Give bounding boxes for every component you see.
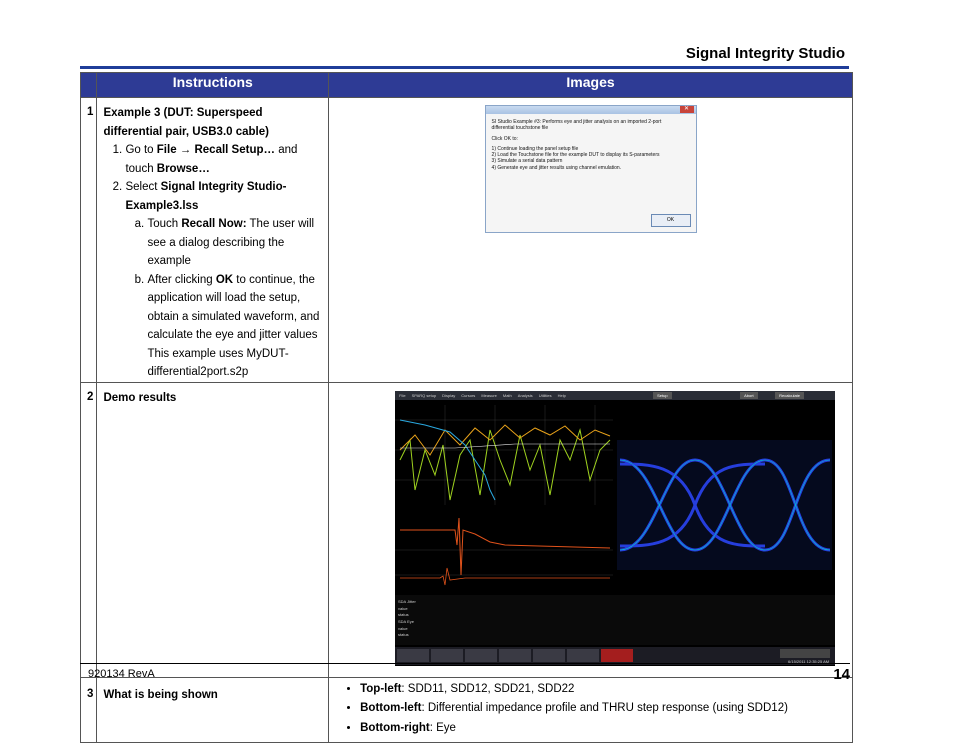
recalculate-button[interactable]: Recalculate <box>775 391 805 399</box>
menu-display[interactable]: Display <box>442 393 455 398</box>
menu-analysis[interactable]: Analysis <box>518 393 533 398</box>
menu-help[interactable]: Help <box>558 393 566 398</box>
row-number: 1 <box>79 97 98 383</box>
list-item: Select Signal Integrity Studio-Example3.… <box>125 178 322 382</box>
images-column-header: Images <box>328 72 853 98</box>
svg-text:status: status <box>398 612 409 617</box>
close-icon[interactable]: ✕ <box>679 106 694 113</box>
menu-utilities[interactable]: Utilities <box>539 393 552 398</box>
svg-text:SDA Jitter: SDA Jitter <box>398 599 416 604</box>
description-cell: Top-left: SDD11, SDD12, SDD21, SDD22 Bot… <box>328 676 853 743</box>
steps-list: Go to File → Recall Setup… and touch Bro… <box>103 141 322 382</box>
instructions-cell: Example 3 (DUT: Superspeed differential … <box>96 97 330 383</box>
example-note: This example uses MyDUT-differential2por… <box>147 347 289 379</box>
footer-rule <box>80 663 850 664</box>
step-title: Demo results <box>103 391 177 404</box>
instructions-cell: What is being shown <box>96 676 330 743</box>
menu-sparq-setup[interactable]: SPARQ setup <box>412 393 437 398</box>
setup-button[interactable]: Setup <box>653 391 672 399</box>
svg-text:value: value <box>398 606 408 611</box>
dialog-titlebar: ✕ <box>485 106 696 114</box>
header-rule <box>80 66 849 69</box>
menu-cursors[interactable]: Cursors <box>461 393 475 398</box>
instructions-column-header: Instructions <box>96 72 330 98</box>
list-item: Bottom-right: Eye <box>360 719 851 739</box>
list-item: Go to File → Recall Setup… and touch Bro… <box>125 141 322 178</box>
row-number: 3 <box>79 676 98 743</box>
list-item: Top-left: SDD11, SDD12, SDD21, SDD22 <box>360 680 851 700</box>
document-id: 920134 RevA <box>88 668 155 680</box>
menu-file[interactable]: File <box>399 393 405 398</box>
scope-menu-bar: File SPARQ setup Display Cursors Measure… <box>395 390 836 400</box>
dialog-message: SI Studio Example #3: Performs eye and j… <box>491 119 662 171</box>
sub-steps-list: Touch Recall Now: The user will see a di… <box>125 215 322 345</box>
table-row: 1 Example 3 (DUT: Superspeed differentia… <box>79 97 853 383</box>
document-title: Signal Integrity Studio <box>685 45 845 62</box>
menu-measure[interactable]: Measure <box>481 393 497 398</box>
list-item: Bottom-left: Differential impedance prof… <box>360 699 851 719</box>
step-title: What is being shown <box>103 688 218 701</box>
row-number: 2 <box>79 381 98 678</box>
step-title: Example 3 (DUT: Superspeed differential … <box>103 107 269 138</box>
svg-text:SDA Eye: SDA Eye <box>398 619 415 624</box>
example-dialog: ✕ SI Studio Example #3: Performs eye and… <box>484 105 697 233</box>
menu-math[interactable]: Math <box>503 393 512 398</box>
ok-button[interactable]: OK <box>650 214 691 227</box>
table-header-row: Instructions Images <box>79 72 853 98</box>
shown-list: Top-left: SDD11, SDD12, SDD21, SDD22 Bot… <box>330 680 851 739</box>
list-item: Touch Recall Now: The user will see a di… <box>147 215 322 271</box>
svg-text:value: value <box>398 626 408 631</box>
oscilloscope-screenshot: File SPARQ setup Display Cursors Measure… <box>395 390 836 666</box>
svg-text:status: status <box>398 632 409 637</box>
number-column-header <box>79 72 98 98</box>
table-row: 2 Demo results File SPARQ setup Display … <box>79 381 853 678</box>
scope-waveforms: SDA Jittervaluestatus SDA Eyevaluestatus <box>395 404 836 665</box>
image-cell: ✕ SI Studio Example #3: Performs eye and… <box>328 97 853 383</box>
page-number: 14 <box>833 666 850 683</box>
abort-button[interactable]: Abort <box>740 391 758 399</box>
image-cell: File SPARQ setup Display Cursors Measure… <box>328 381 853 678</box>
instructions-cell: Demo results <box>96 381 330 678</box>
instructions-table: Instructions Images 1 Example 3 (DUT: Su… <box>79 72 853 743</box>
list-item: After clicking OK to continue, the appli… <box>147 271 322 345</box>
table-row: 3 What is being shown Top-left: SDD11, S… <box>79 676 853 743</box>
